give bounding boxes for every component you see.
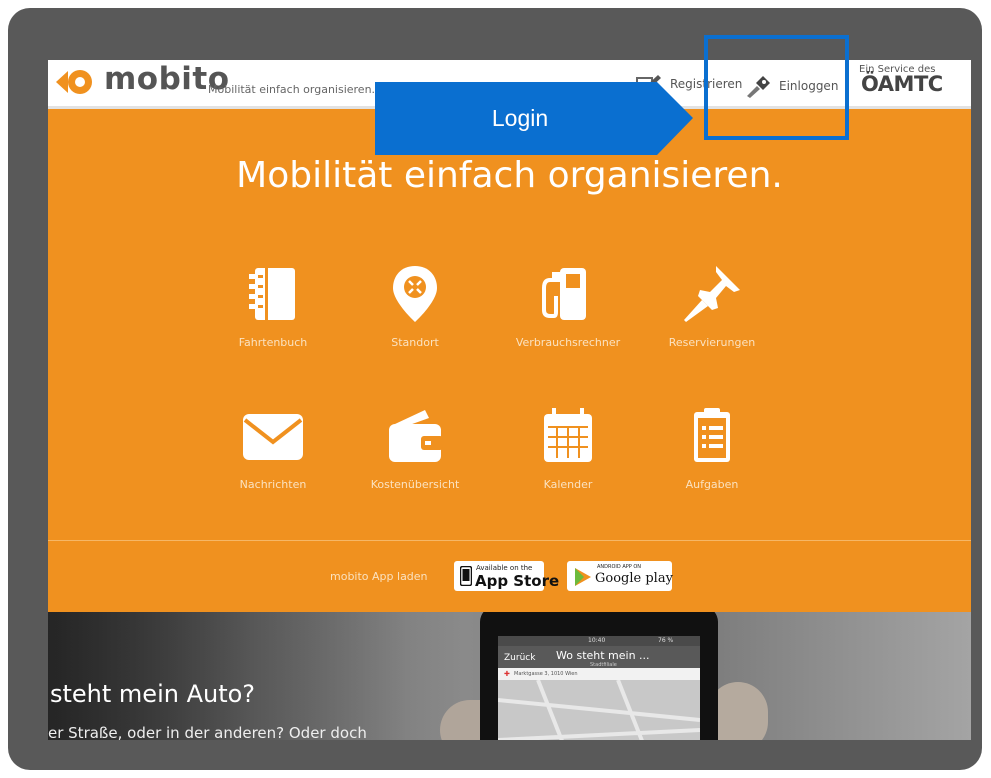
logo-mark-icon [56,70,92,94]
tile-standort[interactable]: Standort [340,264,490,349]
app-download-bar: mobito App laden Available on the App St… [48,540,971,612]
tile-fahrtenbuch[interactable]: Fahrtenbuch [198,264,348,349]
tile-reservierungen[interactable]: Reservierungen [637,264,787,349]
phone-icon [460,566,472,586]
tagline: Mobilität einfach organisieren. [208,83,376,96]
photo-shade [48,612,408,740]
phone-image: 10:40 76 % Zurück Wo steht mein ... Stad… [480,612,718,740]
fuel-pump-icon [542,268,586,320]
app-store-small-text: Available on the [476,564,533,572]
browser-viewport: mobito Mobilität einfach organisieren. R… [48,60,971,740]
phone-screen: 10:40 76 % Zurück Wo steht mein ... Stad… [498,636,700,740]
promo-photo: 10:40 76 % Zurück Wo steht mein ... Stad… [48,612,971,740]
google-play-text: Google play [595,571,673,586]
tile-kostenuebersicht[interactable]: Kostenübersicht [340,406,490,491]
tile-label: Kostenübersicht [370,478,460,491]
hero-title: Mobilität einfach organisieren. [236,155,783,196]
phone-address: Marktgasse 3, 1010 Wien [514,671,578,677]
tile-label: Reservierungen [668,336,756,349]
clipboard-icon [694,408,730,462]
login-highlight-box [704,35,849,140]
phone-status-bar: 10:40 76 % [498,636,700,646]
tile-label: Nachrichten [239,478,307,491]
app-store-text: App Store [475,572,560,590]
tile-verbrauchsrechner[interactable]: Verbrauchsrechner [493,264,643,349]
tile-label: Kalender [543,478,593,491]
phone-time: 10:40 [588,637,606,644]
tile-label: Verbrauchsrechner [515,336,621,349]
tile-label: Aufgaben [685,478,739,491]
app-download-label: mobito App laden [330,570,428,583]
tile-aufgaben[interactable]: Aufgaben [637,406,787,491]
envelope-icon [243,414,303,460]
pin-icon: ✚ [504,670,510,678]
hero-section: Mobilität einfach organisieren. Fahrtenb… [48,109,971,540]
map-streets [498,679,700,740]
phone-title: Wo steht mein ... [556,649,650,662]
promo-heading: steht mein Auto? [50,680,256,708]
phone-battery: 76 % [658,637,674,644]
notebook-icon [249,268,295,320]
tile-nachrichten[interactable]: Nachrichten [198,406,348,491]
google-play-badge[interactable]: ANDROID APP ON Google play [567,561,673,591]
tile-label: Fahrtenbuch [238,336,308,349]
login-callout: Login [375,82,705,155]
location-pin-icon [393,266,437,322]
app-store-badge[interactable]: Available on the App Store [454,561,559,591]
phone-address-row: ✚ Marktgasse 3, 1010 Wien [498,668,700,680]
calendar-icon [544,408,592,462]
oeamtc-logo[interactable]: ÖAMTC [861,72,943,96]
phone-map [498,679,700,740]
phone-back: Zurück [504,653,536,663]
wallet-icon [389,410,443,462]
tile-label: Standort [391,336,439,349]
callout-label: Login [491,105,549,131]
play-store-icon [575,568,591,586]
promo-text: er Straße, oder in der anderen? Oder doc… [48,724,367,740]
google-play-small-text: ANDROID APP ON [597,564,642,570]
pushpin-icon [684,266,740,322]
tile-kalender[interactable]: Kalender [493,406,643,491]
phone-navbar: Zurück Wo steht mein ... Stadtfiliale [498,646,700,668]
